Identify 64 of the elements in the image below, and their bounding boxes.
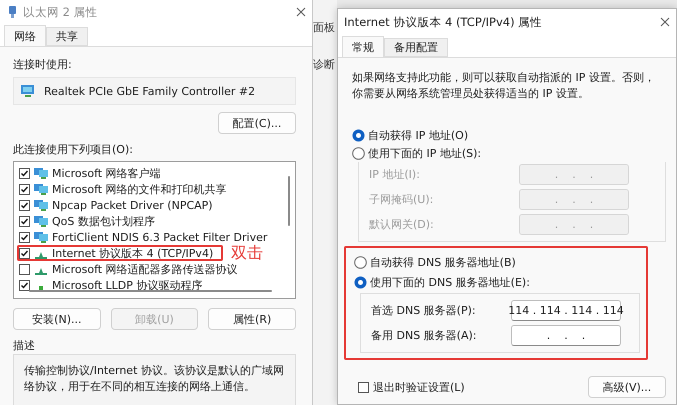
field-label: 默认网关(D):: [369, 217, 434, 232]
action-button[interactable]: 安装(N)...: [13, 308, 101, 330]
radio-icon[interactable]: [352, 128, 365, 142]
field-label: IP 地址(I):: [369, 167, 420, 182]
checkbox[interactable]: [358, 382, 369, 392]
list-item[interactable]: FortiClient NDIS 6.3 Packet Filter Driver: [52, 230, 268, 244]
checkbox[interactable]: [19, 184, 30, 194]
list-item[interactable]: Microsoft 网络的文件和打印机共享: [52, 182, 227, 196]
dns-field[interactable]: . . .: [511, 325, 621, 346]
annotation-text: 双击: [231, 242, 264, 264]
window-title: Internet 协议版本 4 (TCP/IPv4) 属性: [344, 14, 544, 30]
checkbox[interactable]: [19, 168, 30, 178]
network-computer-icon: [33, 214, 49, 228]
tab[interactable]: 常规: [342, 36, 384, 58]
network-computer-icon: [33, 182, 49, 196]
field-label: 备用 DNS 服务器(A):: [371, 328, 476, 343]
tab[interactable]: 网络: [4, 25, 46, 47]
validate-checkbox[interactable]: 退出时验证设置(L): [358, 380, 465, 394]
radio-option[interactable]: 使用下面的 IP 地址(S):: [352, 144, 666, 162]
radio-option[interactable]: 自动获得 DNS 服务器地址(B): [354, 253, 646, 271]
network-computer-icon: [33, 230, 49, 244]
radio-icon[interactable]: [354, 256, 367, 268]
checkbox[interactable]: [19, 264, 30, 274]
scrollbar[interactable]: [29, 290, 272, 292]
list-item[interactable]: Npcap Packet Driver (NPCAP): [52, 198, 213, 212]
checkbox[interactable]: [19, 216, 30, 226]
radio-option[interactable]: 使用下面的 DNS 服务器地址(E):: [354, 273, 646, 291]
list-item[interactable]: Microsoft 网络适配器多路传送器协议: [52, 262, 238, 276]
group-title: 描述: [13, 338, 36, 353]
action-button[interactable]: 属性(R): [208, 308, 296, 330]
field-label: 子网掩码(U):: [369, 192, 434, 207]
background-window-text: 面板: [313, 20, 336, 35]
checkbox[interactable]: [19, 232, 30, 242]
checkbox[interactable]: [19, 280, 30, 290]
radio-option[interactable]: 自动获得 IP 地址(O): [352, 126, 666, 144]
scrollbar[interactable]: [288, 176, 290, 226]
checkbox[interactable]: [19, 248, 30, 258]
description-text: 传输控制协议/Internet 协议。该协议是默认的广域网络协议，用于在不同的相互连接的网络上通信。: [24, 363, 285, 395]
section-label: 连接时使用:: [13, 57, 73, 72]
network-computer-icon: [20, 84, 36, 98]
configure-button[interactable]: 配置(C)...: [218, 112, 296, 134]
list-item[interactable]: Internet 协议版本 4 (TCP/IPv4): [52, 246, 214, 260]
driver-icon: [39, 286, 43, 290]
list-item[interactable]: Microsoft LLDP 协议驱动程序: [52, 278, 202, 292]
tab[interactable]: 备用配置: [384, 38, 448, 57]
advanced-button[interactable]: 高级(V)...: [588, 376, 666, 398]
adapter-name: Realtek PCIe GbE Family Controller #2: [44, 84, 256, 98]
close-icon[interactable]: [660, 17, 670, 27]
close-icon[interactable]: [296, 7, 306, 17]
network-plug-icon: [8, 5, 17, 19]
radio-icon[interactable]: [352, 146, 365, 160]
checkbox[interactable]: [19, 200, 30, 210]
network-computer-icon: [33, 198, 49, 212]
intro-text: 如果网络支持此功能，则可以获取自动指派的 IP 设置。否则，你需要从网络系统管理员处获得适当的 IP 设置。: [352, 70, 656, 102]
radio-icon[interactable]: [354, 276, 367, 288]
window-title: 以太网 2 属性: [23, 4, 99, 20]
section-label: 此连接使用下列项目(O):: [13, 142, 134, 157]
list-item[interactable]: Microsoft 网络客户端: [52, 166, 161, 180]
tab[interactable]: 共享: [46, 27, 88, 46]
network-computer-icon: [33, 166, 49, 180]
background-window-text: 诊断: [313, 57, 336, 72]
list-item[interactable]: QoS 数据包计划程序: [52, 214, 155, 228]
dns-field[interactable]: 114 . 114 . 114 . 114: [511, 300, 621, 321]
field-label: 首选 DNS 服务器(P):: [371, 303, 476, 318]
